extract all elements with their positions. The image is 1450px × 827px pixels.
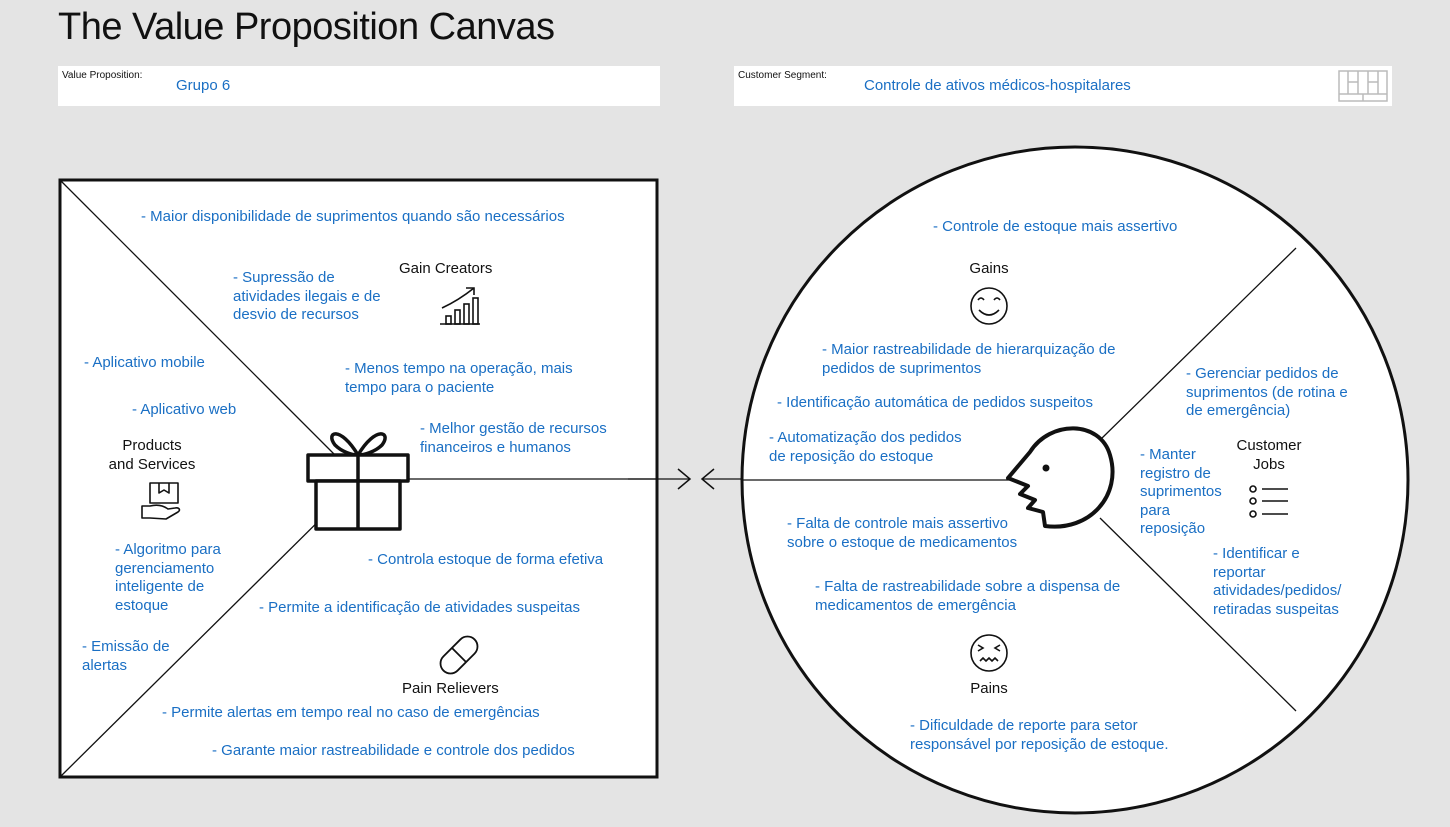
pain-reliever-note[interactable]: - Permite a identificação de atividades … — [259, 599, 580, 618]
pain-reliever-note[interactable]: - Garante maior rastreabilidade e contro… — [212, 742, 575, 761]
gain-creator-note[interactable]: - Menos tempo na operação, mais tempo pa… — [345, 360, 573, 397]
pains-heading: Pains — [970, 680, 1008, 697]
product-service-note[interactable]: - Algoritmo para gerenciamento inteligen… — [115, 541, 221, 615]
gain-note[interactable]: - Controle de estoque mais assertivo — [933, 218, 1177, 237]
gain-creators-heading: Gain Creators — [399, 260, 493, 277]
pain-relievers-heading: Pain Relievers — [402, 680, 499, 697]
gain-note[interactable]: - Identificação automática de pedidos su… — [777, 394, 1093, 413]
pain-note[interactable]: - Dificuldade de reporte para setor resp… — [910, 717, 1169, 754]
gain-creator-note[interactable]: - Melhor gestão de recursos financeiros … — [420, 420, 607, 457]
pain-reliever-note[interactable]: - Controla estoque de forma efetiva — [368, 551, 603, 570]
gain-creator-note[interactable]: - Supressão de atividades ilegais e de d… — [233, 269, 381, 325]
customer-job-note[interactable]: - Manter registro de suprimentos para re… — [1140, 446, 1222, 539]
product-service-note[interactable]: - Aplicativo web — [132, 401, 236, 420]
gain-note[interactable]: - Automatização dos pedidos de reposição… — [769, 429, 962, 466]
gain-note[interactable]: - Maior rastreabilidade de hierarquizaçã… — [822, 341, 1116, 378]
gains-heading: Gains — [969, 260, 1009, 277]
product-service-note[interactable]: - Aplicativo mobile — [84, 354, 205, 373]
pain-note[interactable]: - Falta de controle mais assertivo sobre… — [787, 515, 1017, 552]
pain-reliever-note[interactable]: - Permite alertas em tempo real no caso … — [162, 704, 540, 723]
pain-note[interactable]: - Falta de rastreabilidade sobre a dispe… — [815, 578, 1120, 615]
customer-job-note[interactable]: - Gerenciar pedidos de suprimentos (de r… — [1186, 365, 1348, 421]
customer-jobs-heading: Customer Jobs — [1236, 437, 1302, 473]
products-services-heading: Products and Services — [108, 437, 196, 473]
product-service-note[interactable]: - Emissão de alertas — [82, 638, 170, 675]
customer-job-note[interactable]: - Identificar e reportar atividades/pedi… — [1213, 545, 1341, 619]
gain-creator-note[interactable]: - Maior disponibilidade de suprimentos q… — [141, 208, 565, 227]
